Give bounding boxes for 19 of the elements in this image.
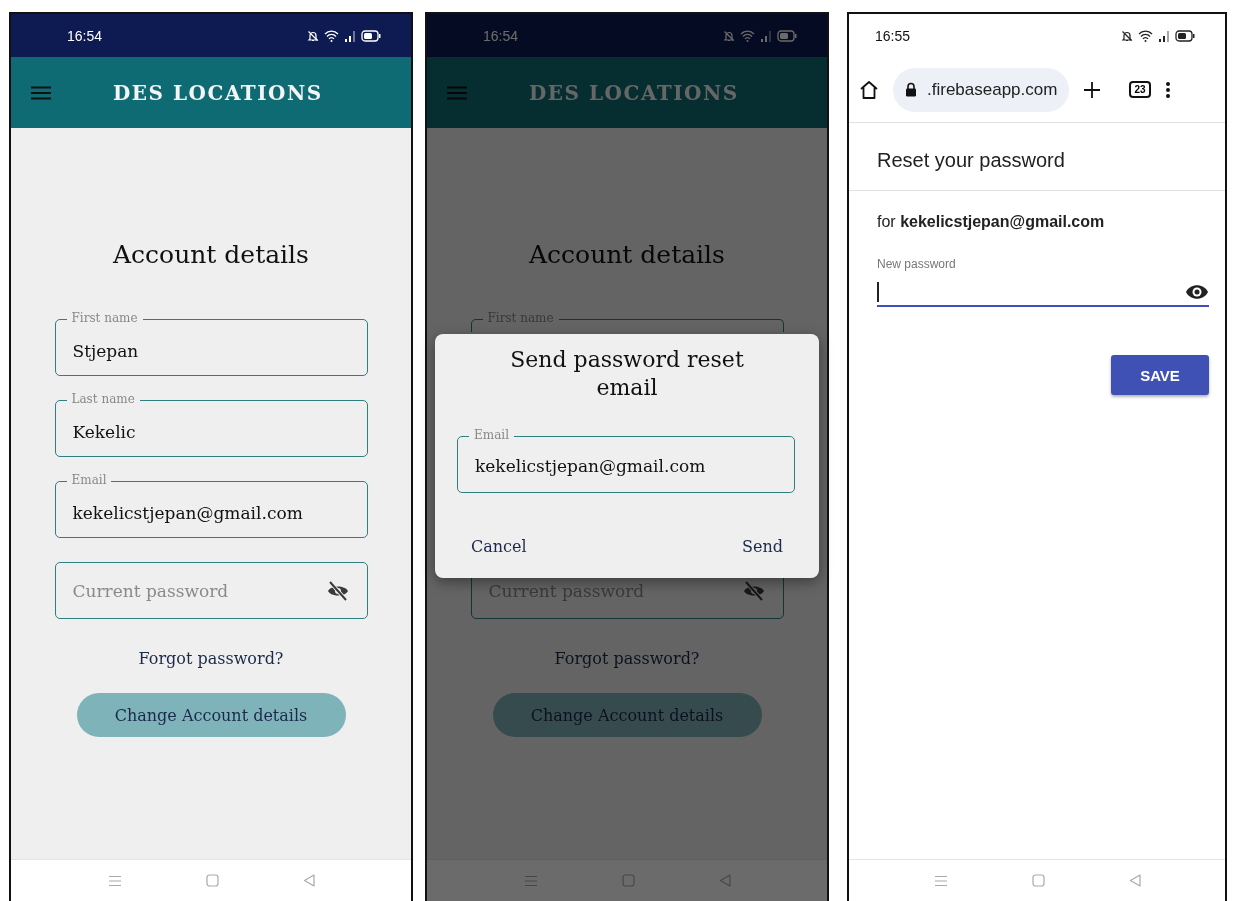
page-title: Account details [529,240,725,269]
page-title: Account details [113,240,309,269]
tab-count-button[interactable]: 23 [1129,81,1151,98]
change-details-button[interactable]: Change Account details [76,693,346,737]
account-text: for kekelicstjepan@gmail.com [877,213,1106,231]
address-bar[interactable]: .firebaseapp.com [893,67,1070,112]
page-heading: Reset your password [849,123,1225,191]
dialog-title: Send password reset email [509,346,745,402]
dialog-action-button[interactable]: Cancel [457,533,541,560]
dialog-action-button[interactable]: Send [728,533,797,560]
status-time: 16:55 [875,27,911,44]
status-time: 16:54 [483,27,519,44]
forgot-password-link[interactable]: Forgot password? [138,649,284,668]
app-title: DES LOCATIONS [529,80,739,105]
field-label: New password [877,257,957,271]
status-time: 16:54 [67,27,103,44]
app-title: DES LOCATIONS [113,80,323,105]
save-button[interactable]: SAVE [1111,355,1209,395]
url-text: .firebaseapp.com [927,79,1058,100]
